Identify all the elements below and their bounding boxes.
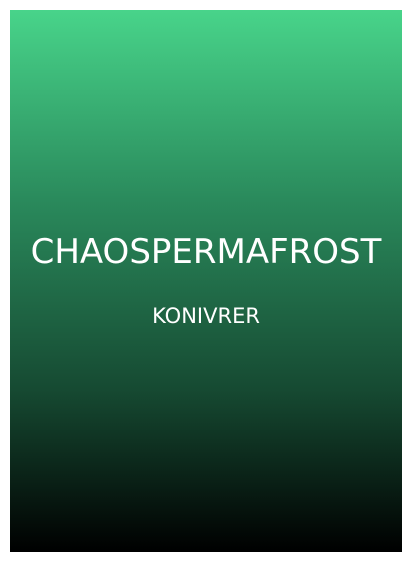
cover-card: CHAOSPERMAFROST KONIVRER <box>10 10 402 552</box>
cover-title: CHAOSPERMAFROST <box>30 232 382 272</box>
cover-subtitle: KONIVRER <box>152 304 260 328</box>
